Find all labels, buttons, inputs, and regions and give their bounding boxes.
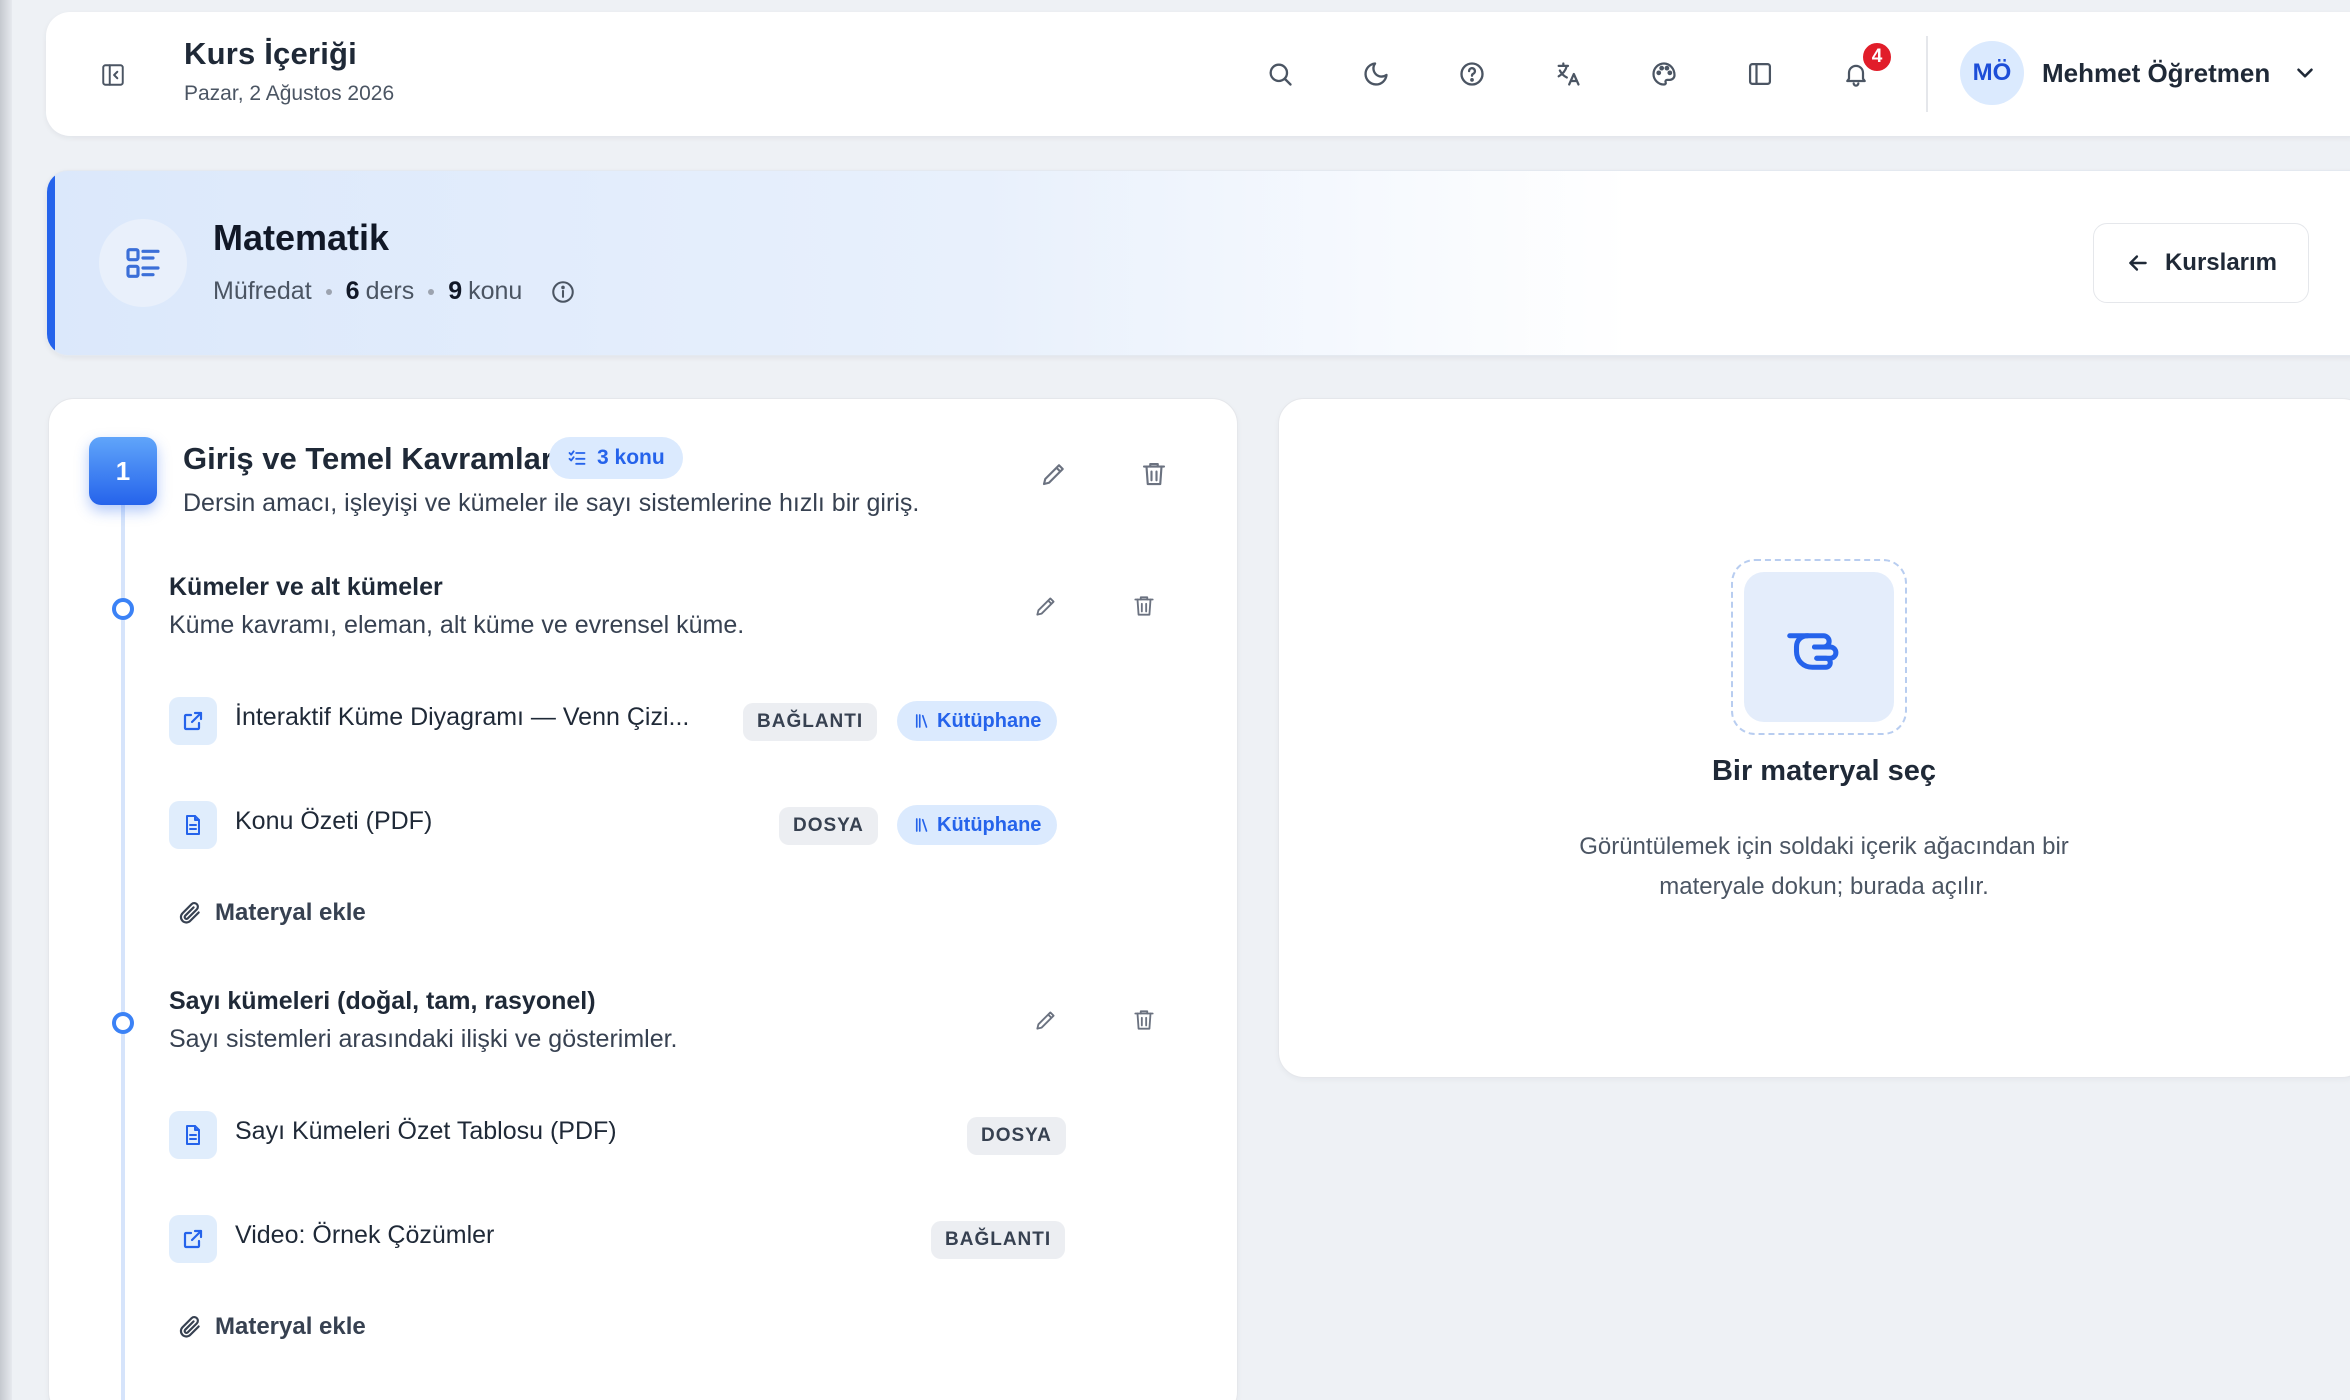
empty-state-illustration [1731, 559, 1907, 735]
topic-count-badge: 3 konu [549, 437, 683, 479]
lesson-unit: ders [365, 277, 415, 305]
user-menu[interactable]: MÖ Mehmet Öğretmen [1960, 40, 2318, 106]
edit-topic-pencil-icon[interactable] [1033, 1007, 1059, 1033]
library-icon [915, 818, 928, 832]
meta-separator [428, 288, 435, 295]
info-icon[interactable] [550, 279, 576, 305]
meta-separator [325, 288, 332, 295]
preview-description: Görüntülemek için soldaki içerik ağacınd… [1579, 833, 2069, 900]
hand-pointer-icon [1744, 572, 1894, 722]
add-material-button[interactable]: Materyal ekle [177, 899, 366, 927]
palette-icon[interactable] [1642, 52, 1686, 96]
material-type-tag: BAĞLANTI [743, 703, 878, 741]
delete-topic-trash-icon[interactable] [1131, 1007, 1157, 1033]
course-banner: Matematik Müfredat 6 ders 9 konu Kurslar… [46, 170, 2350, 356]
title-block: Kurs İçeriği Pazar, 2 Ağustos 2026 [184, 36, 394, 106]
library-icon [915, 714, 928, 728]
document-icon [169, 801, 217, 849]
topic-description: Küme kavramı, eleman, alt küme ve evrens… [169, 611, 745, 639]
meta-label: Müfredat [213, 277, 312, 305]
layout-panel-icon[interactable] [1738, 52, 1782, 96]
avatar: MÖ [1960, 41, 2024, 105]
arrow-left-icon [2129, 255, 2147, 271]
checklist-icon [568, 450, 586, 465]
notification-badge: 4 [1860, 40, 1894, 74]
document-icon [169, 1111, 217, 1159]
topic-dot [112, 598, 134, 620]
lesson-count: 6 [345, 277, 360, 305]
chevron-down-icon [2292, 60, 2318, 86]
topic-description: Sayı sistemleri arasındaki ilişki ve gös… [169, 1025, 678, 1053]
material-title[interactable]: Konu Özeti (PDF) [235, 807, 432, 836]
top-header: Kurs İçeriği Pazar, 2 Ağustos 2026 4 MÖ … [46, 12, 2350, 136]
preview-title: Bir materyal seç [1711, 755, 1937, 787]
material-title[interactable]: Video: Örnek Çözümler [235, 1221, 494, 1250]
add-material-label: Materyal ekle [215, 1313, 366, 1340]
curriculum-list-icon [99, 219, 187, 307]
translate-icon[interactable] [1546, 52, 1590, 96]
sidebar-collapse-icon[interactable] [100, 62, 126, 88]
material-type-tag: BAĞLANTI [931, 1221, 1066, 1259]
add-material-button[interactable]: Materyal ekle [177, 1313, 366, 1341]
delete-unit-trash-icon[interactable] [1139, 459, 1169, 489]
timeline-line [121, 505, 125, 1400]
course-meta: Müfredat 6 ders 9 konu [213, 277, 576, 306]
external-link-icon [169, 697, 217, 745]
topic-count-label: 3 konu [597, 446, 665, 469]
curriculum-panel: 1 Giriş ve Temel Kavramlar 3 konu Dersin… [48, 398, 1238, 1400]
delete-topic-trash-icon[interactable] [1131, 593, 1157, 619]
back-to-courses-button[interactable]: Kurslarım [2093, 223, 2309, 303]
material-type-tag: DOSYA [967, 1117, 1066, 1155]
topic-total: 9 [448, 277, 463, 305]
back-button-label: Kurslarım [2164, 249, 2278, 276]
paperclip-icon [179, 1316, 200, 1338]
course-name: Matematik [213, 217, 390, 258]
moon-icon[interactable] [1354, 52, 1398, 96]
external-link-icon [169, 1215, 217, 1263]
material-title[interactable]: İnteraktif Küme Diyagramı — Venn Çizi... [235, 703, 689, 732]
unit-title[interactable]: Giriş ve Temel Kavramlar [183, 441, 553, 477]
library-tag: Kütüphane [897, 805, 1058, 845]
unit-number: 1 [89, 437, 157, 505]
topic-title[interactable]: Kümeler ve alt kümeler [169, 573, 443, 602]
page-date: Pazar, 2 Ağustos 2026 [184, 82, 395, 105]
library-tag: Kütüphane [897, 701, 1058, 741]
edit-unit-pencil-icon[interactable] [1039, 459, 1069, 489]
material-title[interactable]: Sayı Kümeleri Özet Tablosu (PDF) [235, 1117, 617, 1146]
library-label: Kütüphane [937, 709, 1042, 732]
help-icon[interactable] [1450, 52, 1494, 96]
user-name: Mehmet Öğretmen [2042, 57, 2271, 88]
library-label: Kütüphane [937, 813, 1042, 836]
search-icon[interactable] [1258, 52, 1302, 96]
add-material-label: Materyal ekle [215, 899, 366, 926]
topic-title[interactable]: Sayı kümeleri (doğal, tam, rasyonel) [169, 987, 596, 1016]
unit-description: Dersin amacı, işleyişi ve kümeler ile sa… [183, 489, 920, 517]
material-type-tag: DOSYA [779, 807, 878, 845]
topic-unit: konu [468, 277, 523, 305]
header-divider [1926, 36, 1928, 112]
paperclip-icon [179, 902, 200, 924]
edit-topic-pencil-icon[interactable] [1033, 593, 1059, 619]
topic-dot [112, 1012, 134, 1034]
preview-panel: Bir materyal seç Görüntülemek için solda… [1278, 398, 2350, 1078]
bell-icon[interactable]: 4 [1834, 40, 1894, 96]
window-edge [0, 0, 12, 1400]
page-title: Kurs İçeriği [184, 36, 357, 71]
